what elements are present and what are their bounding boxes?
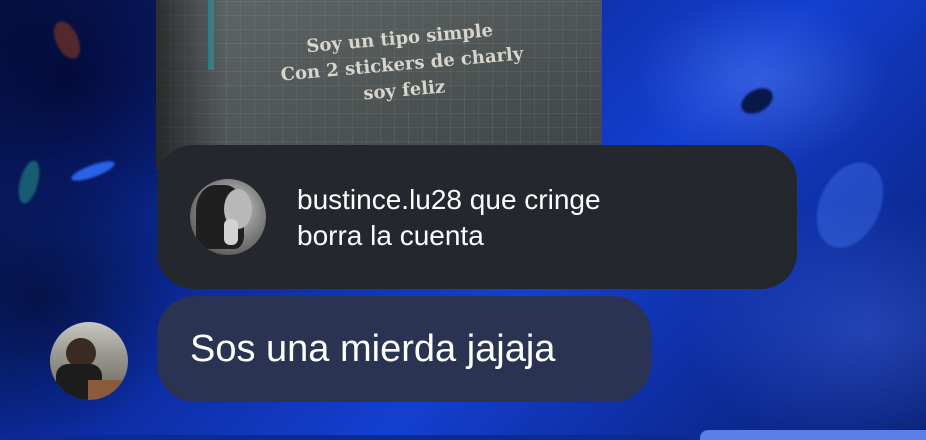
reply-text-line1: que cringe <box>462 184 601 215</box>
reply-author-avatar[interactable] <box>190 179 266 255</box>
story-reply-text: bustince.lu28 que cringe borra la cuenta <box>297 182 767 254</box>
sender-avatar[interactable] <box>50 322 128 400</box>
avatar-hand <box>224 219 238 245</box>
story-reply-bubble[interactable]: bustince.lu28 que cringe borra la cuenta <box>157 145 797 289</box>
story-caption: Soy un tipo simple Con 2 stickers de cha… <box>249 13 555 117</box>
reply-username: bustince.lu28 <box>297 184 463 215</box>
avatar-background-object <box>88 380 128 400</box>
message-text: Sos una mierda jajaja <box>190 328 556 370</box>
next-message-edge <box>700 430 926 440</box>
reply-text-line2: borra la cuenta <box>297 220 484 251</box>
message-bubble[interactable]: Sos una mierda jajaja <box>157 296 651 402</box>
